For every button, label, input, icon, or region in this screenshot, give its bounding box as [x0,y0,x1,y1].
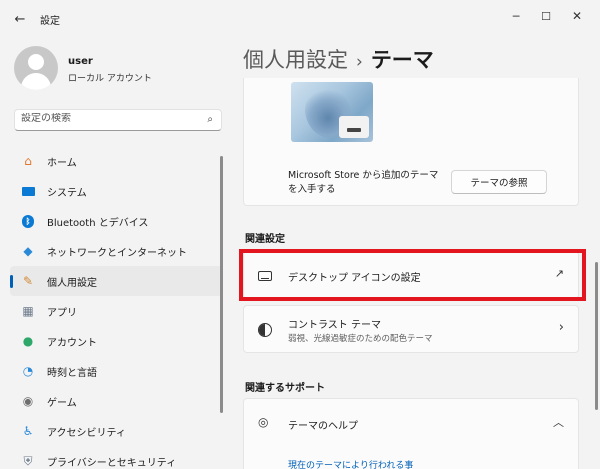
title-bar: ← 設定 ─ ☐ ✕ [0,0,600,36]
globe-clock-icon: ◔ [22,364,34,378]
system-icon [21,184,35,198]
search-input[interactable] [21,113,201,124]
sidebar-item-gaming[interactable]: ◉ ゲーム [10,386,222,416]
user-name: user [68,56,93,67]
minimize-button[interactable]: ─ [501,5,531,27]
sidebar-item-label: アプリ [47,307,77,319]
breadcrumb: 個人用設定 › テーマ [243,44,434,74]
accessibility-icon: ♿ [22,424,34,438]
close-button[interactable]: ✕ [562,5,592,27]
browse-themes-button[interactable]: テーマの参照 [451,170,547,194]
sidebar-item-label: 時刻と言語 [47,367,97,379]
help-link[interactable]: 現在のテーマにより行われる事 [288,458,413,469]
chevron-up-icon[interactable]: ︿ [553,414,564,430]
contrast-themes-row[interactable]: コントラスト テーマ 弱視、光線過敏症のための配色テーマ › [243,305,579,353]
bluetooth-icon: ᛒ [21,214,35,228]
sidebar-item-network[interactable]: ◆ ネットワークとインターネット [10,236,222,266]
back-arrow-icon[interactable]: ← [9,8,31,30]
chevron-right-icon: › [558,320,564,335]
theme-preview-image[interactable] [291,82,373,142]
active-indicator [10,275,13,288]
search-icon[interactable]: ⌕ [207,114,213,125]
page-title: テーマ [370,48,434,72]
sidebar-item-accounts[interactable]: ● アカウント [10,326,222,356]
breadcrumb-parent[interactable]: 個人用設定 [243,48,348,72]
sidebar-item-label: ホーム [47,157,77,169]
apps-icon: ▦ [22,304,34,318]
sidebar-item-label: 個人用設定 [47,277,97,289]
sidebar-scrollbar[interactable] [220,156,223,413]
settings-search[interactable]: ⌕ [14,109,222,131]
sidebar-nav: ⌂ ホーム システム ᛒ Bluetooth とデバイス ◆ ネットワークとイン… [10,146,222,469]
sidebar-item-label: アクセシビリティ [47,427,126,439]
store-text-line2: を入手する [288,184,336,195]
app-title: 設定 [40,16,60,27]
highlight-box [239,249,586,301]
avatar-body [21,73,51,90]
preview-window [339,116,369,138]
sidebar-item-label: ネットワークとインターネット [47,247,187,259]
sidebar-item-privacy[interactable]: ⛨ プライバシーとセキュリティ [10,446,222,469]
sidebar-item-label: ゲーム [47,397,77,409]
avatar-head [28,54,44,70]
globe-icon: ◎ [258,415,269,429]
preview-bar [347,128,361,132]
related-support-title: 関連するサポート [245,383,325,394]
main-scrollbar[interactable] [595,262,598,410]
account-icon: ● [22,334,34,348]
settings-window: ← 設定 ─ ☐ ✕ user ローカル アカウント ⌕ ⌂ ホーム システム … [0,0,600,469]
contrast-themes-label: コントラスト テーマ [288,320,381,331]
home-icon: ⌂ [24,154,32,168]
sidebar-item-label: システム [47,187,87,199]
brush-icon: ✎ [22,274,34,288]
wifi-icon: ◆ [23,244,33,258]
store-text: Microsoft Store から追加のテーマ を入手する [288,169,438,197]
sidebar-item-label: プライバシーとセキュリティ [47,457,177,469]
sidebar-item-label: Bluetooth とデバイス [47,217,149,229]
theme-store-card: Microsoft Store から追加のテーマ を入手する テーマの参照 [243,78,579,206]
contrast-themes-description: 弱視、光線過敏症のための配色テーマ [288,334,433,344]
account-type: ローカル アカウント [68,74,152,84]
store-text-line1: Microsoft Store から追加のテーマ [288,170,439,181]
sidebar-item-system[interactable]: システム [10,176,222,206]
shield-icon: ⛨ [23,453,33,468]
maximize-button[interactable]: ☐ [531,5,561,27]
breadcrumb-separator: › [356,52,363,72]
contrast-icon [258,323,272,337]
sidebar-item-bluetooth[interactable]: ᛒ Bluetooth とデバイス [10,206,222,236]
sidebar-item-time-language[interactable]: ◔ 時刻と言語 [10,356,222,386]
avatar [14,46,58,90]
gamepad-icon: ◉ [22,394,34,408]
sidebar-item-label: アカウント [47,337,97,349]
theme-help-label: テーマのヘルプ [288,421,358,432]
sidebar-item-home[interactable]: ⌂ ホーム [10,146,222,176]
related-settings-title: 関連設定 [245,234,285,245]
sidebar-item-personalization[interactable]: ✎ 個人用設定 [10,266,222,296]
sidebar-item-apps[interactable]: ▦ アプリ [10,296,222,326]
sidebar-item-accessibility[interactable]: ♿ アクセシビリティ [10,416,222,446]
